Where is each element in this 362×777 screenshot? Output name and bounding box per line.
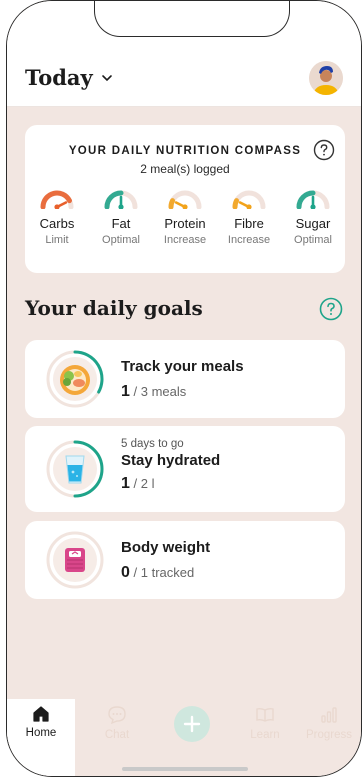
gauge-fat[interactable]: Fat Optimal <box>89 187 153 246</box>
gauge-fibre[interactable]: Fibre Increase <box>217 187 281 246</box>
gauge-dial-icon <box>40 190 74 209</box>
gauge-sugar[interactable]: Sugar Optimal <box>281 187 345 246</box>
tab-chat[interactable]: Chat <box>87 705 147 741</box>
gauge-label: Sugar <box>295 216 331 231</box>
goal-current-value: 1 <box>121 475 130 492</box>
avatar[interactable] <box>309 61 343 95</box>
help-icon[interactable] <box>319 297 343 321</box>
progress-ring <box>46 531 104 589</box>
goal-text: 5 days to go Stay hydrated 1 / 2 l <box>121 438 220 493</box>
progress-ring <box>46 350 104 408</box>
tab-chat-label: Chat <box>104 729 130 741</box>
device-notch <box>94 1 290 37</box>
gauge-label: Carbs <box>39 216 75 231</box>
goal-progress-text: 0 / 1 tracked <box>121 564 210 582</box>
bar-chart-icon <box>321 707 337 723</box>
goal-progress-text: 1 / 3 meals <box>121 383 244 401</box>
goal-progress-text: 1 / 2 l <box>121 475 220 493</box>
date-selector[interactable]: Today <box>25 65 113 90</box>
tab-progress-label: Progress <box>305 729 353 741</box>
chat-icon <box>108 706 126 725</box>
goals-heading: Your daily goals <box>25 296 203 320</box>
gauge-dial-icon <box>232 190 266 209</box>
meal-plate-icon <box>60 365 90 395</box>
water-glass-icon <box>65 455 85 484</box>
home-icon <box>33 706 49 722</box>
page-title: Today <box>25 65 93 90</box>
gauge-label: Protein <box>164 216 206 231</box>
gauge-status: Limit <box>45 234 69 246</box>
plus-icon <box>183 715 201 733</box>
gauge-status: Optimal <box>102 234 140 246</box>
goal-title: Body weight <box>121 539 211 556</box>
tab-learn[interactable]: Learn <box>235 705 295 741</box>
goal-text: Track your meals 1 / 3 meals <box>121 358 244 401</box>
add-button[interactable] <box>174 706 210 742</box>
goal-current-value: 1 <box>121 383 130 400</box>
tab-home-label: Home <box>25 727 57 739</box>
meals-logged-text: 2 meal(s) logged <box>140 162 230 176</box>
goal-title: Track your meals <box>121 358 244 375</box>
compass-title: YOUR DAILY NUTRITION COMPASS <box>68 145 302 157</box>
tab-home[interactable]: Home <box>11 705 71 739</box>
gauge-label: Fibre <box>234 216 264 231</box>
goal-deadline-text: 5 days to go <box>121 438 184 450</box>
goal-current-value: 0 <box>121 564 130 581</box>
progress-ring <box>46 440 104 498</box>
goal-total-value: / 2 l <box>133 476 155 491</box>
goal-card-weight[interactable]: Body weight 0 / 1 tracked <box>25 521 345 599</box>
gauge-dial-icon <box>296 190 330 209</box>
goal-total-value: / 3 meals <box>133 384 187 399</box>
gauge-status: Increase <box>227 234 271 246</box>
user-avatar-icon <box>309 61 343 95</box>
book-icon <box>256 707 274 722</box>
nutrition-compass-card[interactable]: YOUR DAILY NUTRITION COMPASS 2 meal(s) l… <box>25 125 345 273</box>
goal-text: Body weight 0 / 1 tracked <box>121 539 210 582</box>
gauge-row: Carbs Limit Fat Optimal Protein Increase Fibre… <box>25 187 345 246</box>
gauge-dial-icon <box>104 190 138 209</box>
gauge-label: Fat <box>111 216 131 231</box>
goal-title: Stay hydrated <box>121 452 221 469</box>
tab-learn-label: Learn <box>250 729 280 741</box>
gauge-protein[interactable]: Protein Increase <box>153 187 217 246</box>
goal-total-value: / 1 tracked <box>133 565 195 580</box>
goal-card-meals[interactable]: Track your meals 1 / 3 meals <box>25 340 345 418</box>
help-icon[interactable] <box>313 139 335 161</box>
phone-frame: Today YOUR DAILY NUTRITION COMPASS 2 mea… <box>6 0 362 777</box>
goal-card-hydration[interactable]: 5 days to go Stay hydrated 1 / 2 l <box>25 426 345 512</box>
gauge-dial-icon <box>168 190 202 209</box>
scale-icon <box>65 548 85 572</box>
tab-progress[interactable]: Progress <box>299 705 359 741</box>
gauge-carbs[interactable]: Carbs Limit <box>25 187 89 246</box>
gauge-status: Optimal <box>294 234 332 246</box>
home-indicator <box>122 767 248 771</box>
gauge-status: Increase <box>163 234 207 246</box>
chevron-down-icon <box>101 74 112 81</box>
